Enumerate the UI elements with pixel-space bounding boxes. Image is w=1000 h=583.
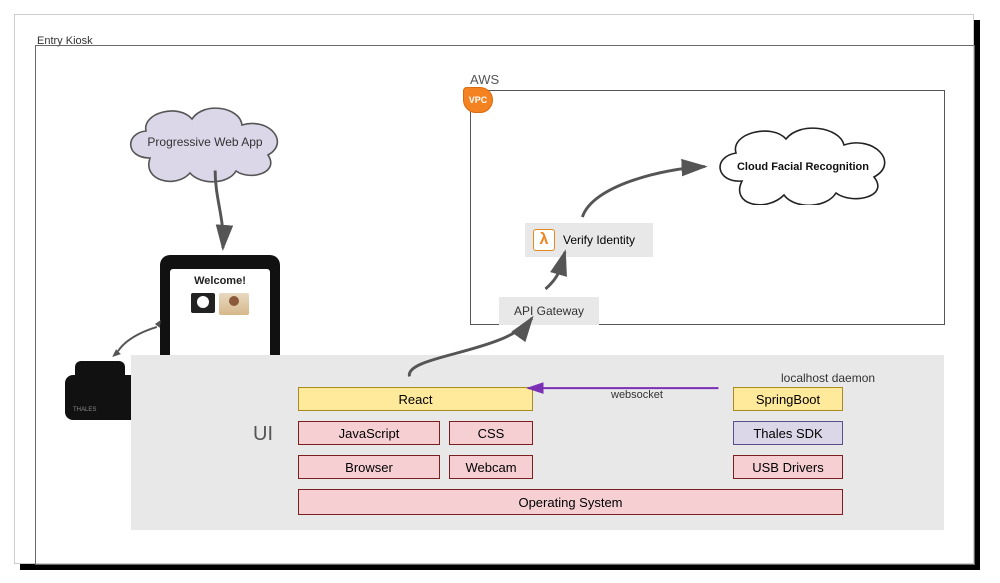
tablet-images <box>170 293 270 315</box>
browser-box: Browser <box>298 455 440 479</box>
webcam-box: Webcam <box>449 455 533 479</box>
camera-icon <box>191 293 215 313</box>
websocket-label: websocket <box>611 389 663 401</box>
usb-drivers-box: USB Drivers <box>733 455 843 479</box>
pwa-cloud-label: Progressive Web App <box>120 135 290 149</box>
os-label: Operating System <box>518 495 622 510</box>
welcome-text: Welcome! <box>170 269 270 287</box>
pwa-cloud: Progressive Web App <box>120 103 290 183</box>
verify-identity-box: λ Verify Identity <box>525 223 653 257</box>
usb-label: USB Drivers <box>752 460 824 475</box>
api-gateway-box: API Gateway <box>499 297 599 325</box>
react-box: React <box>298 387 533 411</box>
verify-label: Verify Identity <box>563 233 635 247</box>
springboot-box: SpringBoot <box>733 387 843 411</box>
vpc-label: VPC <box>469 95 488 105</box>
javascript-box: JavaScript <box>298 421 440 445</box>
thales-label: Thales SDK <box>753 426 822 441</box>
webcam-label: Webcam <box>465 460 516 475</box>
springboot-label: SpringBoot <box>756 392 820 407</box>
css-box: CSS <box>449 421 533 445</box>
os-box: Operating System <box>298 489 843 515</box>
ui-label: UI <box>253 423 273 446</box>
browser-label: Browser <box>345 460 393 475</box>
api-label: API Gateway <box>514 304 584 318</box>
scanner-brand: THALES <box>73 407 96 413</box>
cloud-facial-recognition-cloud: Cloud Facial Recognition <box>708 125 898 205</box>
thales-sdk-box: Thales SDK <box>733 421 843 445</box>
face-photo-icon <box>219 293 249 315</box>
react-label: React <box>399 392 433 407</box>
aws-label: AWS <box>470 72 499 87</box>
diagram-canvas: Entry Kiosk Progressive Web App Welcome!… <box>14 14 974 564</box>
cfr-label: Cloud Facial Recognition <box>708 161 898 173</box>
lambda-icon: λ <box>533 229 555 251</box>
css-label: CSS <box>478 426 505 441</box>
vpc-badge-icon: VPC <box>463 87 493 113</box>
javascript-label: JavaScript <box>339 426 400 441</box>
daemon-label: localhost daemon <box>781 371 875 385</box>
